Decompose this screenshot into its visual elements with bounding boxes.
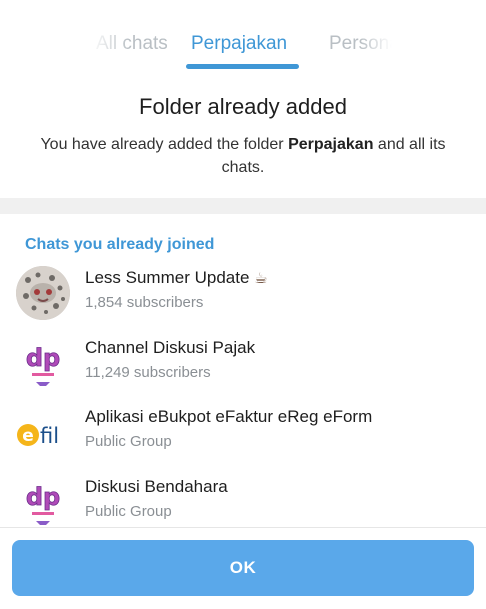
tab-fade-left (80, 20, 130, 60)
tab-fade-right (360, 20, 405, 60)
chat-name: Less Summer Update ☕ (85, 268, 268, 288)
efil-logo-text: fil (40, 424, 59, 448)
active-tab-indicator (186, 64, 299, 69)
chat-name: Diskusi Bendahara (85, 477, 228, 496)
ok-button[interactable]: OK (12, 540, 474, 596)
coffee-icon: ☕ (254, 270, 268, 287)
bottom-separator (0, 527, 486, 528)
avatar-dp-logo: dp (16, 475, 70, 527)
chat-name: Aplikasi eBukpot eFaktur eReg eForm (85, 407, 373, 426)
chat-subtitle: 1,854 subscribers (85, 294, 204, 311)
desc-folder-name: Perpajakan (288, 136, 374, 153)
chat-subtitle: Public Group (85, 503, 172, 520)
folder-sheet: All chats Perpajakan Personal Folder alr… (0, 0, 486, 609)
chat-row-aplikasi-ebukpot[interactable]: e fil Aplikasi eBukpot eFaktur eReg eFor… (0, 405, 486, 475)
section-divider (0, 198, 486, 214)
dp-logo-text: dp (26, 483, 60, 511)
chat-row-less-summer[interactable]: Less Summer Update ☕ 1,854 subscribers (0, 266, 486, 336)
desc-text-before: You have already added the folder (40, 136, 289, 153)
chat-name-text: Less Summer Update (85, 268, 250, 287)
avatar-leopard (16, 266, 70, 320)
folder-tabs: All chats Perpajakan Personal (0, 0, 486, 72)
section-label: Chats you already joined (25, 236, 215, 253)
efil-logo-e: e (22, 426, 34, 446)
chat-subtitle: Public Group (85, 433, 172, 450)
chat-subtitle: 11,249 subscribers (85, 364, 211, 381)
dp-logo-text: dp (26, 344, 60, 372)
chat-name: Channel Diskusi Pajak (85, 338, 256, 357)
chat-row-diskusi-bendahara[interactable]: dp Diskusi Bendahara Public Group (0, 475, 486, 527)
tab-perpajakan[interactable]: Perpajakan (191, 33, 287, 55)
avatar-dp-logo: dp (16, 336, 70, 390)
sheet-description: You have already added the folder Perpaj… (40, 133, 446, 179)
chat-row-channel-diskusi-pajak[interactable]: dp Channel Diskusi Pajak 11,249 subscrib… (0, 336, 486, 406)
avatar-efil-logo: e fil (16, 405, 70, 459)
sheet-title: Folder already added (139, 94, 347, 119)
